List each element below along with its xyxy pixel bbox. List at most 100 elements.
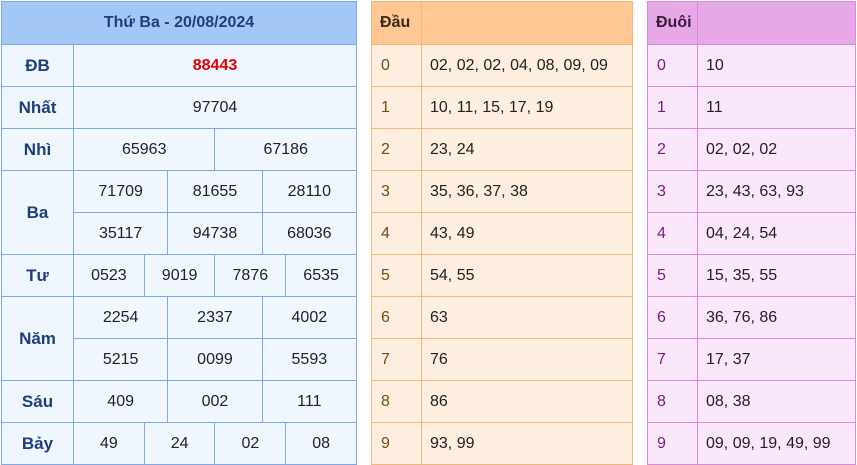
tail-row: 7 17, 37 bbox=[647, 338, 856, 381]
tail-numbers: 15, 35, 55 bbox=[697, 254, 856, 297]
prize-value: 35117 bbox=[72, 212, 169, 255]
tail-row: 2 02, 02, 02 bbox=[647, 128, 856, 171]
prize-label: Sáu bbox=[1, 380, 74, 423]
tail-digit: 8 bbox=[647, 380, 698, 423]
head-digit: 7 bbox=[371, 338, 422, 381]
tail-digit: 9 bbox=[647, 422, 698, 465]
prize-value: 5215 bbox=[72, 338, 169, 381]
tail-numbers: 17, 37 bbox=[697, 338, 856, 381]
prize-row-nhat: Nhất 97704 bbox=[1, 86, 357, 129]
head-numbers: 54, 55 bbox=[421, 254, 633, 297]
head-digit: 1 bbox=[371, 86, 422, 129]
tail-digit: 3 bbox=[647, 170, 698, 213]
head-numbers: 76 bbox=[421, 338, 633, 381]
tail-row: 9 09, 09, 19, 49, 99 bbox=[647, 422, 856, 465]
results-table: Thứ Ba - 20/08/2024 ĐB 88443 Nhất 97704 … bbox=[1, 1, 358, 465]
head-numbers: 35, 36, 37, 38 bbox=[421, 170, 633, 213]
head-row: 2 23, 24 bbox=[371, 128, 633, 171]
head-rows: 0 02, 02, 02, 04, 08, 09, 09 1 10, 11, 15, … bbox=[371, 44, 633, 465]
tail-row: 0 10 bbox=[647, 44, 856, 87]
prize-value: 71709 bbox=[72, 170, 169, 213]
tail-numbers: 11 bbox=[697, 86, 856, 129]
head-row: 4 43, 49 bbox=[371, 212, 633, 255]
prize-value: 4002 bbox=[261, 296, 358, 339]
tail-row: 4 04, 24, 54 bbox=[647, 212, 856, 255]
prize-row-nam: Năm 2254 2337 4002 bbox=[1, 296, 358, 381]
prize-value: 65963 bbox=[72, 128, 216, 171]
head-numbers: 02, 02, 02, 04, 08, 09, 09 bbox=[421, 44, 633, 87]
head-numbers: 63 bbox=[421, 296, 633, 339]
head-row: 6 63 bbox=[371, 296, 633, 339]
prize-row-nhi: Nhì 65963 67186 bbox=[1, 128, 357, 171]
head-digit: 5 bbox=[371, 254, 422, 297]
tail-numbers: 10 bbox=[697, 44, 856, 87]
prize-value: 002 bbox=[167, 380, 263, 423]
results-title: Thứ Ba - 20/08/2024 bbox=[1, 1, 357, 45]
head-numbers: 43, 49 bbox=[421, 212, 633, 255]
head-row: 7 76 bbox=[371, 338, 633, 381]
head-numbers: 23, 24 bbox=[421, 128, 633, 171]
prize-row-db: ĐB 88443 bbox=[1, 44, 357, 87]
head-digit: 2 bbox=[371, 128, 422, 171]
head-row: 5 54, 55 bbox=[371, 254, 633, 297]
tail-numbers: 02, 02, 02 bbox=[697, 128, 856, 171]
prize-value: 28110 bbox=[261, 170, 358, 213]
special-prize-value: 88443 bbox=[73, 44, 357, 87]
tail-digit: 4 bbox=[647, 212, 698, 255]
head-table: Đầu 0 02, 02, 02, 04, 08, 09, 09 1 10, 11, … bbox=[371, 1, 633, 465]
prize-value: 0099 bbox=[167, 338, 263, 381]
tail-row: 8 08, 38 bbox=[647, 380, 856, 423]
prize-value: 7876 bbox=[214, 254, 287, 297]
prize-label: Tư bbox=[1, 254, 74, 297]
prize-value: 9019 bbox=[143, 254, 216, 297]
tail-row: 3 23, 43, 63, 93 bbox=[647, 170, 856, 213]
prize-row-tu: Tư 0523 9019 7876 6535 bbox=[1, 254, 357, 297]
tail-numbers: 09, 09, 19, 49, 99 bbox=[697, 422, 856, 465]
tail-title: Đuôi bbox=[647, 1, 698, 45]
tail-rows: 0 10 1 11 2 02, 02, 02 3 23, 43, 63, 93 4 04, 24,… bbox=[647, 44, 856, 465]
prize-row-ba: Ba 71709 81655 28110 bbox=[1, 170, 358, 255]
prize-value: 5593 bbox=[261, 338, 358, 381]
tail-row: 6 36, 76, 86 bbox=[647, 296, 856, 339]
prize-label: ĐB bbox=[1, 44, 74, 87]
prize-value: 94738 bbox=[167, 212, 263, 255]
prize-value: 81655 bbox=[167, 170, 263, 213]
tail-numbers: 04, 24, 54 bbox=[697, 212, 856, 255]
prize-label: Bảy bbox=[1, 422, 74, 465]
head-numbers: 93, 99 bbox=[421, 422, 633, 465]
head-row: 3 35, 36, 37, 38 bbox=[371, 170, 633, 213]
prize-value: 49 bbox=[73, 422, 145, 465]
prize-value: 111 bbox=[261, 380, 358, 423]
head-digit: 4 bbox=[371, 212, 422, 255]
head-title: Đầu bbox=[371, 1, 422, 45]
tail-digit: 6 bbox=[647, 296, 698, 339]
head-digit: 0 bbox=[371, 44, 422, 87]
head-digit: 8 bbox=[371, 380, 422, 423]
prize-value: 6535 bbox=[285, 254, 357, 297]
head-numbers: 10, 11, 15, 17, 19 bbox=[421, 86, 633, 129]
head-digit: 6 bbox=[371, 296, 422, 339]
prize-value: 0523 bbox=[73, 254, 145, 297]
tail-digit: 0 bbox=[647, 44, 698, 87]
tail-digit: 7 bbox=[647, 338, 698, 381]
prize-row-sau: Sáu 409 002 111 bbox=[1, 380, 358, 423]
prize-value: 68036 bbox=[261, 212, 358, 255]
head-row: 0 02, 02, 02, 04, 08, 09, 09 bbox=[371, 44, 633, 87]
prize-value: 24 bbox=[143, 422, 216, 465]
tail-header-blank bbox=[697, 1, 856, 45]
prize-label: Năm bbox=[1, 296, 74, 381]
head-row: 9 93, 99 bbox=[371, 422, 633, 465]
prize-value: 67186 bbox=[214, 128, 357, 171]
head-numbers: 86 bbox=[421, 380, 633, 423]
tail-digit: 1 bbox=[647, 86, 698, 129]
prize-label: Nhất bbox=[1, 86, 74, 129]
prize-value: 97704 bbox=[73, 86, 357, 129]
prize-label: Nhì bbox=[1, 128, 74, 171]
prize-value: 2337 bbox=[167, 296, 263, 339]
tail-table: Đuôi 0 10 1 11 2 02, 02, 02 3 23, 43, 63, 93 4 04… bbox=[647, 1, 856, 465]
tail-numbers: 36, 76, 86 bbox=[697, 296, 856, 339]
tail-row: 1 11 bbox=[647, 86, 856, 129]
prize-value: 409 bbox=[72, 380, 169, 423]
prize-row-bay: Bảy 49 24 02 08 bbox=[1, 422, 357, 465]
prize-value: 2254 bbox=[72, 296, 169, 339]
